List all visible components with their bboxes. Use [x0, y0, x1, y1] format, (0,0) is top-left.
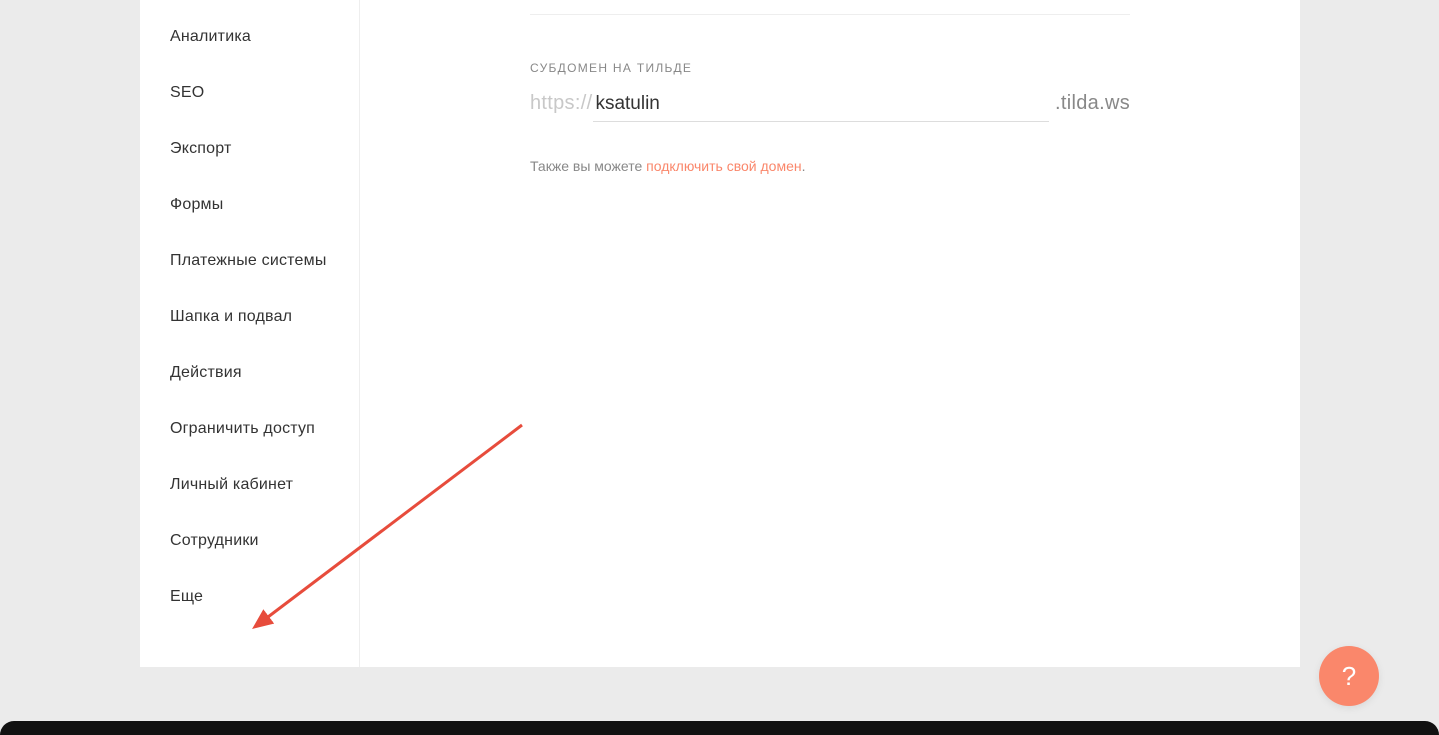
sidebar-item-restrict-access[interactable]: Ограничить доступ [140, 401, 359, 457]
hint-text-before: Также вы можете [530, 158, 646, 174]
subdomain-suffix: .tilda.ws [1055, 92, 1130, 115]
connect-domain-link[interactable]: подключить свой домен [646, 158, 801, 174]
sidebar-item-seo[interactable]: SEO [140, 65, 359, 121]
settings-content: СУБДОМЕН НА ТИЛЬДЕ https:// .tilda.ws Та… [360, 0, 1300, 667]
domain-hint: Также вы можете подключить свой домен. [530, 158, 1130, 174]
hint-text-after: . [802, 158, 806, 174]
sidebar-item-payment-systems[interactable]: Платежные системы [140, 233, 359, 289]
sidebar-item-personal-cabinet[interactable]: Личный кабинет [140, 457, 359, 513]
sidebar-item-more[interactable]: Еще [140, 569, 359, 625]
subdomain-prefix: https:// [530, 92, 592, 115]
settings-panel: Аналитика SEO Экспорт Формы Платежные си… [140, 0, 1300, 667]
sidebar-item-employees[interactable]: Сотрудники [140, 513, 359, 569]
sidebar-item-analytics[interactable]: Аналитика [140, 9, 359, 65]
help-button[interactable]: ? [1319, 646, 1379, 706]
subdomain-section-label: СУБДОМЕН НА ТИЛЬДЕ [530, 61, 1130, 75]
sidebar-item-actions[interactable]: Действия [140, 345, 359, 401]
browser-frame-edge [0, 721, 1439, 735]
question-icon: ? [1342, 661, 1356, 692]
settings-sidebar: Аналитика SEO Экспорт Формы Платежные си… [140, 0, 360, 667]
sidebar-item-header-footer[interactable]: Шапка и подвал [140, 289, 359, 345]
divider [530, 14, 1130, 15]
subdomain-row: https:// .tilda.ws [530, 91, 1130, 132]
sidebar-item-forms[interactable]: Формы [140, 177, 359, 233]
sidebar-item-export[interactable]: Экспорт [140, 121, 359, 177]
subdomain-input[interactable] [593, 91, 1049, 122]
